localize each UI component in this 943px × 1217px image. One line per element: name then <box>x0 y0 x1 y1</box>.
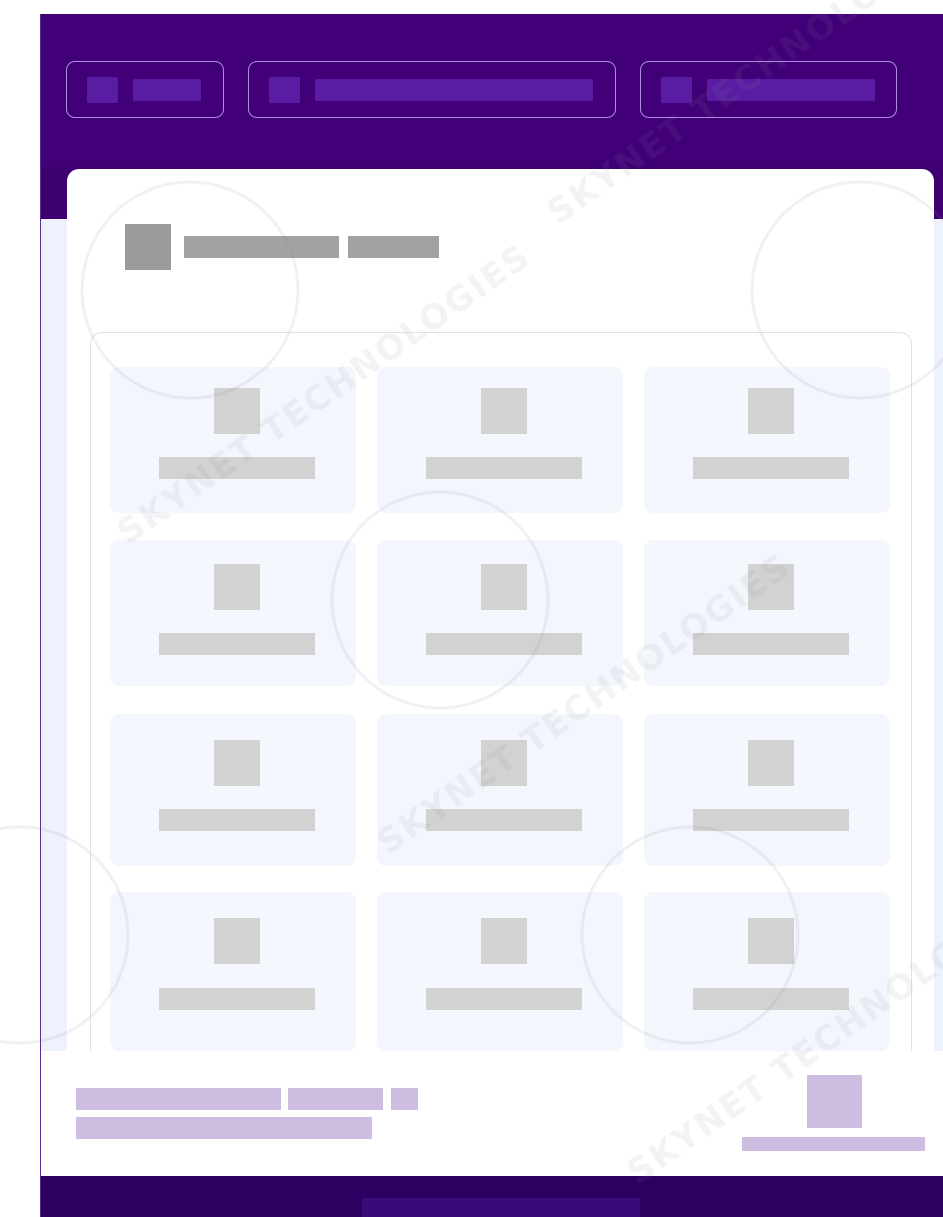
tile-icon <box>481 918 527 964</box>
nav-button-2-label <box>315 79 593 101</box>
grid-tile-4[interactable] <box>110 540 356 686</box>
tile-label <box>159 988 315 1010</box>
tile-label <box>693 633 849 655</box>
tile-label <box>426 633 582 655</box>
tile-label <box>693 988 849 1010</box>
grid-tile-5[interactable] <box>377 540 623 686</box>
nav-button-2-icon <box>269 77 300 103</box>
footer-caption-placeholder <box>742 1137 925 1151</box>
tile-label <box>159 809 315 831</box>
nav-button-1[interactable] <box>66 61 224 118</box>
tile-icon <box>214 388 260 434</box>
nav-button-1-icon <box>87 77 118 103</box>
tile-icon <box>214 918 260 964</box>
grid-tile-8[interactable] <box>377 714 623 866</box>
tile-icon <box>214 740 260 786</box>
tile-label <box>693 809 849 831</box>
tile-icon <box>481 388 527 434</box>
section-title-placeholder <box>184 236 339 258</box>
grid-tile-10[interactable] <box>110 892 356 1051</box>
tile-icon <box>481 740 527 786</box>
bottom-bar-button[interactable] <box>362 1198 640 1217</box>
section-title-icon <box>125 224 171 270</box>
tile-label <box>693 457 849 479</box>
nav-button-3-label <box>707 79 875 101</box>
page-root: SKYNET TECHNOLOGIES SKYNET TECHNOLOGIES … <box>0 0 943 1217</box>
tile-label <box>159 457 315 479</box>
grid-tile-1[interactable] <box>110 367 356 513</box>
tile-icon <box>214 564 260 610</box>
footer-text-placeholder-2 <box>288 1088 383 1110</box>
tile-icon <box>748 388 794 434</box>
tile-label <box>159 633 315 655</box>
tile-icon <box>748 918 794 964</box>
section-title-placeholder-2 <box>348 236 439 258</box>
tile-label <box>426 988 582 1010</box>
tile-label <box>426 457 582 479</box>
grid-tile-11[interactable] <box>377 892 623 1051</box>
grid-tile-12[interactable] <box>644 892 890 1051</box>
grid-tile-3[interactable] <box>644 367 890 513</box>
grid-tile-6[interactable] <box>644 540 890 686</box>
footer-text-placeholder-3 <box>391 1088 418 1110</box>
side-panel-right <box>934 219 943 1051</box>
grid-tile-9[interactable] <box>644 714 890 866</box>
tile-label <box>426 809 582 831</box>
side-panel-left <box>41 219 67 1051</box>
nav-button-3-icon <box>661 77 692 103</box>
grid-tile-2[interactable] <box>377 367 623 513</box>
footer-logo-icon <box>807 1075 862 1128</box>
footer-text-placeholder-1 <box>76 1088 281 1110</box>
tile-icon <box>481 564 527 610</box>
grid-tile-7[interactable] <box>110 714 356 866</box>
footer-text-placeholder-4 <box>76 1117 372 1139</box>
tile-icon <box>748 740 794 786</box>
nav-button-1-label <box>133 79 201 101</box>
nav-button-3[interactable] <box>640 61 897 118</box>
nav-button-2[interactable] <box>248 61 616 118</box>
tile-icon <box>748 564 794 610</box>
